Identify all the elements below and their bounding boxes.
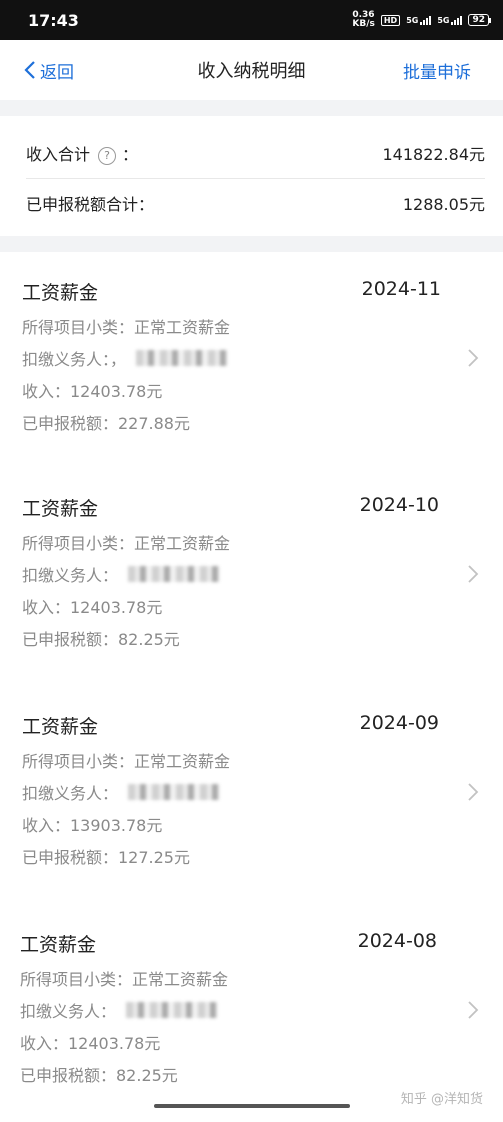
signal-icon-2: 5G [437,15,463,25]
record-tax: 已申报税额：82.25元 [20,1066,178,1085]
record-subcategory: 所得项目小类：正常工资薪金 [22,534,231,553]
record-income: 收入：13903.78元 [22,816,163,835]
question-mark-icon[interactable]: ? [98,146,117,165]
chevron-left-icon [24,61,35,79]
section-divider [0,100,503,116]
summary-card: 收入合计?： 141822.84元 已申报税额合计： 1288.05元 [0,116,503,236]
watermark: 知乎 @洋知货 [400,1092,483,1107]
record-withholder: 扣缴义务人： [22,562,221,586]
record-income: 收入：12403.78元 [20,1034,161,1053]
redacted-text [136,350,229,366]
chevron-right-icon [468,1001,479,1019]
battery-icon: 92 [468,14,491,26]
list-item[interactable]: 工资薪金 2024-09 所得项目小类：正常工资薪金 扣缴义务人： 收入：139… [0,694,503,904]
record-income: 收入：12403.78元 [22,382,163,401]
record-title: 工资薪金 [22,282,99,304]
record-date: 2024-10 [359,494,439,516]
income-total-label: 收入合计 [26,145,91,164]
record-tax: 已申报税额：82.25元 [22,630,180,649]
redacted-text [126,1002,219,1018]
record-subcategory: 所得项目小类：正常工资薪金 [22,752,231,771]
home-indicator[interactable] [154,1104,350,1108]
record-income: 收入：12403.78元 [22,598,163,617]
divider [26,178,485,179]
record-withholder: 扣缴义务人： [22,780,221,804]
record-withholder: 扣缴义务人：， [22,346,229,370]
nav-bar: 返回 收入纳税明细 批量申诉 [0,40,503,100]
record-title: 工资薪金 [22,716,99,738]
record-subcategory: 所得项目小类：正常工资薪金 [20,970,229,989]
record-tax: 已申报税额：127.25元 [22,848,190,867]
tax-total-row: 已申报税额合计： 1288.05元 [26,188,485,218]
tax-total-label: 已申报税额合计： [26,195,155,214]
record-title: 工资薪金 [20,934,97,956]
chevron-right-icon [468,349,479,367]
network-speed: 0.36 KB/s [352,10,375,29]
list-item[interactable]: 工资薪金 2024-10 所得项目小类：正常工资薪金 扣缴义务人： 收入：124… [0,476,503,686]
record-date: 2024-09 [359,712,439,734]
batch-appeal-button[interactable]: 批量申诉 [403,58,471,83]
status-bar: 17:43 0.36 KB/s HD 5G 5G 92 [0,0,503,40]
record-date: 2024-08 [357,930,437,952]
back-label: 返回 [40,62,74,83]
record-title: 工资薪金 [22,498,99,520]
status-time: 17:43 [28,10,79,30]
income-total-value: 141822.84元 [382,145,485,164]
record-date: 2024-11 [361,278,441,300]
tax-total-value: 1288.05元 [402,195,485,214]
status-icons: 0.36 KB/s HD 5G 5G 92 [352,10,491,29]
hd-voice-icon: HD [380,14,401,26]
record-subcategory: 所得项目小类：正常工资薪金 [22,318,231,337]
record-tax: 已申报税额：227.88元 [22,414,190,433]
section-divider [0,236,503,252]
back-button[interactable]: 返回 [24,58,74,83]
redacted-text [128,566,221,582]
record-withholder: 扣缴义务人： [20,998,219,1022]
redacted-text [128,784,221,800]
chevron-right-icon [468,783,479,801]
chevron-right-icon [468,565,479,583]
list-item[interactable]: 工资薪金 2024-11 所得项目小类：正常工资薪金 扣缴义务人：， 收入：12… [0,260,503,470]
signal-icon: 5G [406,15,432,25]
income-total-row: 收入合计?： 141822.84元 [26,138,485,168]
